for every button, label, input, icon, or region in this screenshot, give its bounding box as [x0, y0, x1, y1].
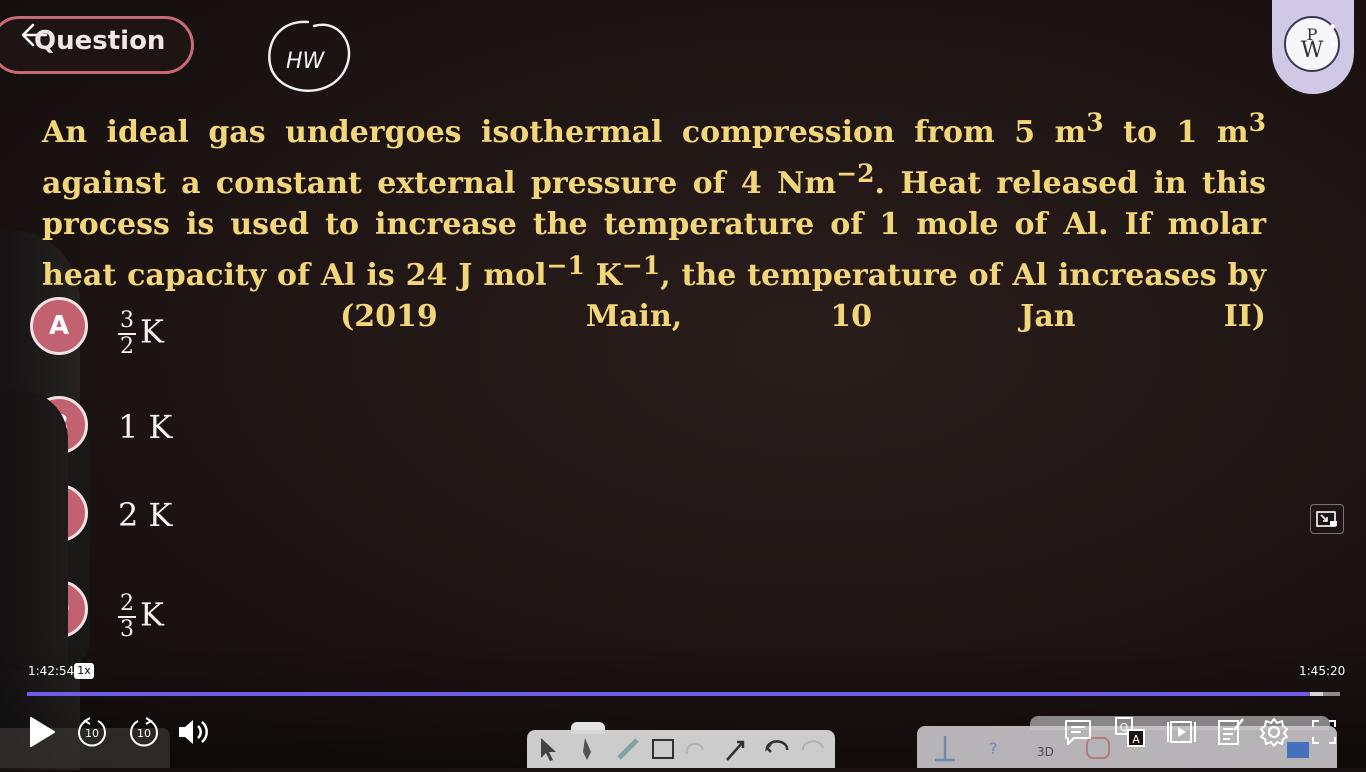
- more-options-icon[interactable]: [1326, 24, 1338, 50]
- option-d-value: 23K: [118, 591, 164, 642]
- chat-icon[interactable]: [1062, 716, 1094, 748]
- presenter-body: [0, 390, 68, 670]
- option-c[interactable]: C 2 K: [30, 484, 330, 548]
- current-time: 1:42:54: [28, 664, 75, 678]
- question-tag-label: Question: [34, 26, 166, 56]
- color-swatch-icon: [1287, 742, 1309, 758]
- volume-icon[interactable]: [176, 716, 212, 748]
- laser-tool-icon: [726, 740, 745, 761]
- doubts-qa-icon[interactable]: Q A: [1114, 716, 1146, 748]
- notes-icon[interactable]: [1216, 716, 1246, 748]
- progress-remaining: [1309, 692, 1323, 696]
- pointer-tool-icon: [541, 738, 556, 761]
- option-d[interactable]: D 23K: [30, 580, 330, 644]
- option-a-value: 32K: [118, 308, 164, 359]
- hw-text: HW: [286, 49, 326, 74]
- rewind-seconds-label: 10: [85, 727, 99, 740]
- option-a-letter: A: [30, 297, 88, 355]
- svg-text:3D: 3D: [1037, 745, 1054, 759]
- shape-tool-icon: [652, 739, 674, 759]
- homework-annotation: HW: [262, 16, 354, 98]
- redo-tool-icon: [801, 740, 824, 751]
- option-a[interactable]: A 32K: [30, 297, 330, 361]
- option-c-value: 2 K: [118, 496, 173, 534]
- rewind-10-button[interactable]: 10: [76, 716, 108, 748]
- ruler-tool-icon: [935, 736, 955, 762]
- pen-tool-icon: [617, 738, 639, 760]
- option-b[interactable]: B 1 K: [30, 396, 330, 460]
- svg-text:A: A: [1132, 733, 1140, 746]
- highlighter-tool-icon: [583, 738, 591, 760]
- question-source: (2019 Main, 10 Jan II): [340, 299, 1266, 334]
- option-b-value: 1 K: [118, 408, 173, 446]
- question-body: An ideal gas undergoes isothermal compre…: [42, 108, 1266, 293]
- picture-in-picture-button[interactable]: [1310, 504, 1344, 534]
- lasso-tool-icon: [685, 742, 704, 755]
- whiteboard-toolbar: [527, 730, 835, 768]
- forward-seconds-label: 10: [137, 727, 151, 740]
- progress-bar[interactable]: [27, 692, 1340, 696]
- undo-tool-icon: [765, 740, 789, 753]
- forward-10-button[interactable]: 10: [128, 716, 160, 748]
- pw-logo: P W: [1272, 0, 1354, 94]
- playback-speed-badge[interactable]: 1x: [74, 663, 94, 679]
- total-time: 1:45:20: [1299, 664, 1346, 678]
- fullscreen-icon[interactable]: [1310, 718, 1338, 746]
- progress-played: [27, 692, 1310, 696]
- svg-text:?: ?: [989, 739, 998, 758]
- play-button[interactable]: [26, 714, 58, 750]
- settings-gear-icon[interactable]: [1258, 716, 1290, 748]
- video-library-icon[interactable]: [1166, 716, 1198, 748]
